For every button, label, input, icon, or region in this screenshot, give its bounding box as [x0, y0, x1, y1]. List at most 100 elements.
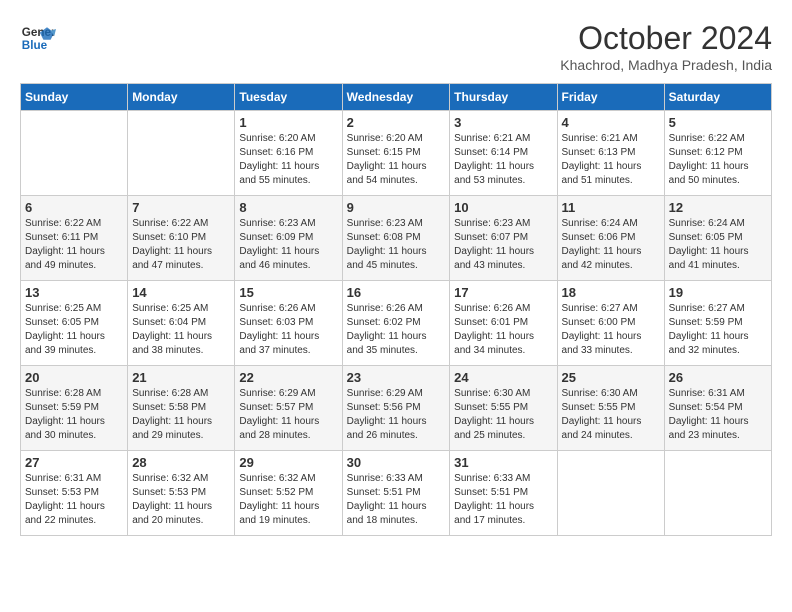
day-number: 9 — [347, 200, 446, 215]
cell-info: Sunrise: 6:26 AM Sunset: 6:02 PM Dayligh… — [347, 302, 446, 358]
day-number: 16 — [347, 285, 446, 300]
calendar-cell: 1 Sunrise: 6:20 AM Sunset: 6:16 PM Daylig… — [235, 111, 342, 196]
day-number: 12 — [669, 200, 767, 215]
day-header-sunday: Sunday — [21, 84, 128, 111]
cell-info: Sunrise: 6:29 AM Sunset: 5:57 PM Dayligh… — [239, 387, 337, 443]
calendar-cell: 16 Sunrise: 6:26 AM Sunset: 6:02 PM Dayli… — [342, 281, 450, 366]
cell-info: Sunrise: 6:24 AM Sunset: 6:05 PM Dayligh… — [669, 217, 767, 273]
cell-info: Sunrise: 6:31 AM Sunset: 5:53 PM Dayligh… — [25, 472, 123, 528]
day-number: 25 — [562, 370, 660, 385]
cell-info: Sunrise: 6:24 AM Sunset: 6:06 PM Dayligh… — [562, 217, 660, 273]
cell-info: Sunrise: 6:22 AM Sunset: 6:10 PM Dayligh… — [132, 217, 230, 273]
day-number: 7 — [132, 200, 230, 215]
calendar-cell: 25 Sunrise: 6:30 AM Sunset: 5:55 PM Dayli… — [557, 366, 664, 451]
cell-info: Sunrise: 6:21 AM Sunset: 6:13 PM Dayligh… — [562, 132, 660, 188]
location-subtitle: Khachrod, Madhya Pradesh, India — [560, 57, 772, 73]
day-number: 31 — [454, 455, 552, 470]
title-area: October 2024 Khachrod, Madhya Pradesh, I… — [560, 20, 772, 73]
cell-info: Sunrise: 6:25 AM Sunset: 6:05 PM Dayligh… — [25, 302, 123, 358]
day-number: 8 — [239, 200, 337, 215]
calendar-cell: 22 Sunrise: 6:29 AM Sunset: 5:57 PM Dayli… — [235, 366, 342, 451]
day-number: 29 — [239, 455, 337, 470]
day-number: 6 — [25, 200, 123, 215]
cell-info: Sunrise: 6:27 AM Sunset: 5:59 PM Dayligh… — [669, 302, 767, 358]
calendar-cell: 6 Sunrise: 6:22 AM Sunset: 6:11 PM Daylig… — [21, 196, 128, 281]
calendar-cell: 12 Sunrise: 6:24 AM Sunset: 6:05 PM Dayli… — [664, 196, 771, 281]
day-number: 1 — [239, 115, 337, 130]
day-number: 26 — [669, 370, 767, 385]
calendar-cell: 24 Sunrise: 6:30 AM Sunset: 5:55 PM Dayli… — [450, 366, 557, 451]
cell-info: Sunrise: 6:20 AM Sunset: 6:16 PM Dayligh… — [239, 132, 337, 188]
day-number: 24 — [454, 370, 552, 385]
day-number: 15 — [239, 285, 337, 300]
cell-info: Sunrise: 6:23 AM Sunset: 6:08 PM Dayligh… — [347, 217, 446, 273]
day-number: 27 — [25, 455, 123, 470]
cell-info: Sunrise: 6:21 AM Sunset: 6:14 PM Dayligh… — [454, 132, 552, 188]
calendar-cell — [21, 111, 128, 196]
calendar-cell: 17Sunrise: 6:26 AM Sunset: 6:01 PM Dayli… — [450, 281, 557, 366]
day-number: 19 — [669, 285, 767, 300]
day-number: 4 — [562, 115, 660, 130]
cell-info: Sunrise: 6:23 AM Sunset: 6:07 PM Dayligh… — [454, 217, 552, 273]
cell-info: Sunrise: 6:20 AM Sunset: 6:15 PM Dayligh… — [347, 132, 446, 188]
cell-info: Sunrise: 6:33 AM Sunset: 5:51 PM Dayligh… — [454, 472, 552, 528]
cell-info: Sunrise: 6:28 AM Sunset: 5:58 PM Dayligh… — [132, 387, 230, 443]
calendar-cell: 14 Sunrise: 6:25 AM Sunset: 6:04 PM Dayli… — [128, 281, 235, 366]
calendar-cell: 8 Sunrise: 6:23 AM Sunset: 6:09 PM Daylig… — [235, 196, 342, 281]
day-header-saturday: Saturday — [664, 84, 771, 111]
day-number: 22 — [239, 370, 337, 385]
svg-text:Blue: Blue — [22, 39, 48, 52]
calendar-cell — [557, 451, 664, 536]
day-header-wednesday: Wednesday — [342, 84, 450, 111]
cell-info: Sunrise: 6:25 AM Sunset: 6:04 PM Dayligh… — [132, 302, 230, 358]
logo: General Blue — [20, 20, 60, 56]
calendar-cell: 21 Sunrise: 6:28 AM Sunset: 5:58 PM Dayli… — [128, 366, 235, 451]
calendar-cell: 10 Sunrise: 6:23 AM Sunset: 6:07 PM Dayli… — [450, 196, 557, 281]
calendar-cell: 13Sunrise: 6:25 AM Sunset: 6:05 PM Dayli… — [21, 281, 128, 366]
day-header-tuesday: Tuesday — [235, 84, 342, 111]
calendar-cell: 15Sunrise: 6:26 AM Sunset: 6:03 PM Dayli… — [235, 281, 342, 366]
day-number: 3 — [454, 115, 552, 130]
day-number: 18 — [562, 285, 660, 300]
page-header: General Blue October 2024 Khachrod, Madh… — [20, 20, 772, 73]
calendar-cell: 26 Sunrise: 6:31 AM Sunset: 5:54 PM Dayli… — [664, 366, 771, 451]
day-number: 28 — [132, 455, 230, 470]
calendar-cell — [128, 111, 235, 196]
cell-info: Sunrise: 6:23 AM Sunset: 6:09 PM Dayligh… — [239, 217, 337, 273]
day-number: 11 — [562, 200, 660, 215]
day-number: 10 — [454, 200, 552, 215]
cell-info: Sunrise: 6:33 AM Sunset: 5:51 PM Dayligh… — [347, 472, 446, 528]
cell-info: Sunrise: 6:22 AM Sunset: 6:11 PM Dayligh… — [25, 217, 123, 273]
calendar-cell: 5 Sunrise: 6:22 AM Sunset: 6:12 PM Daylig… — [664, 111, 771, 196]
logo-icon: General Blue — [20, 20, 56, 56]
cell-info: Sunrise: 6:30 AM Sunset: 5:55 PM Dayligh… — [454, 387, 552, 443]
cell-info: Sunrise: 6:32 AM Sunset: 5:53 PM Dayligh… — [132, 472, 230, 528]
calendar-cell: 28 Sunrise: 6:32 AM Sunset: 5:53 PM Dayli… — [128, 451, 235, 536]
calendar-cell: 11 Sunrise: 6:24 AM Sunset: 6:06 PM Dayli… — [557, 196, 664, 281]
day-number: 21 — [132, 370, 230, 385]
calendar-cell: 27 Sunrise: 6:31 AM Sunset: 5:53 PM Dayli… — [21, 451, 128, 536]
calendar-cell: 7 Sunrise: 6:22 AM Sunset: 6:10 PM Daylig… — [128, 196, 235, 281]
calendar-cell: 18Sunrise: 6:27 AM Sunset: 6:00 PM Dayli… — [557, 281, 664, 366]
cell-info: Sunrise: 6:29 AM Sunset: 5:56 PM Dayligh… — [347, 387, 446, 443]
calendar-cell: 2 Sunrise: 6:20 AM Sunset: 6:15 PM Daylig… — [342, 111, 450, 196]
calendar-cell: 23 Sunrise: 6:29 AM Sunset: 5:56 PM Dayli… — [342, 366, 450, 451]
month-title: October 2024 — [560, 20, 772, 57]
day-number: 5 — [669, 115, 767, 130]
day-number: 14 — [132, 285, 230, 300]
calendar-cell: 29 Sunrise: 6:32 AM Sunset: 5:52 PM Dayli… — [235, 451, 342, 536]
cell-info: Sunrise: 6:30 AM Sunset: 5:55 PM Dayligh… — [562, 387, 660, 443]
day-number: 20 — [25, 370, 123, 385]
cell-info: Sunrise: 6:22 AM Sunset: 6:12 PM Dayligh… — [669, 132, 767, 188]
day-header-thursday: Thursday — [450, 84, 557, 111]
cell-info: Sunrise: 6:26 AM Sunset: 6:01 PM Dayligh… — [454, 302, 552, 358]
calendar-cell: 4 Sunrise: 6:21 AM Sunset: 6:13 PM Daylig… — [557, 111, 664, 196]
day-header-monday: Monday — [128, 84, 235, 111]
calendar-cell: 20Sunrise: 6:28 AM Sunset: 5:59 PM Dayli… — [21, 366, 128, 451]
day-number: 23 — [347, 370, 446, 385]
calendar-cell: 19 Sunrise: 6:27 AM Sunset: 5:59 PM Dayli… — [664, 281, 771, 366]
cell-info: Sunrise: 6:31 AM Sunset: 5:54 PM Dayligh… — [669, 387, 767, 443]
calendar-cell: 9 Sunrise: 6:23 AM Sunset: 6:08 PM Daylig… — [342, 196, 450, 281]
day-number: 2 — [347, 115, 446, 130]
cell-info: Sunrise: 6:32 AM Sunset: 5:52 PM Dayligh… — [239, 472, 337, 528]
